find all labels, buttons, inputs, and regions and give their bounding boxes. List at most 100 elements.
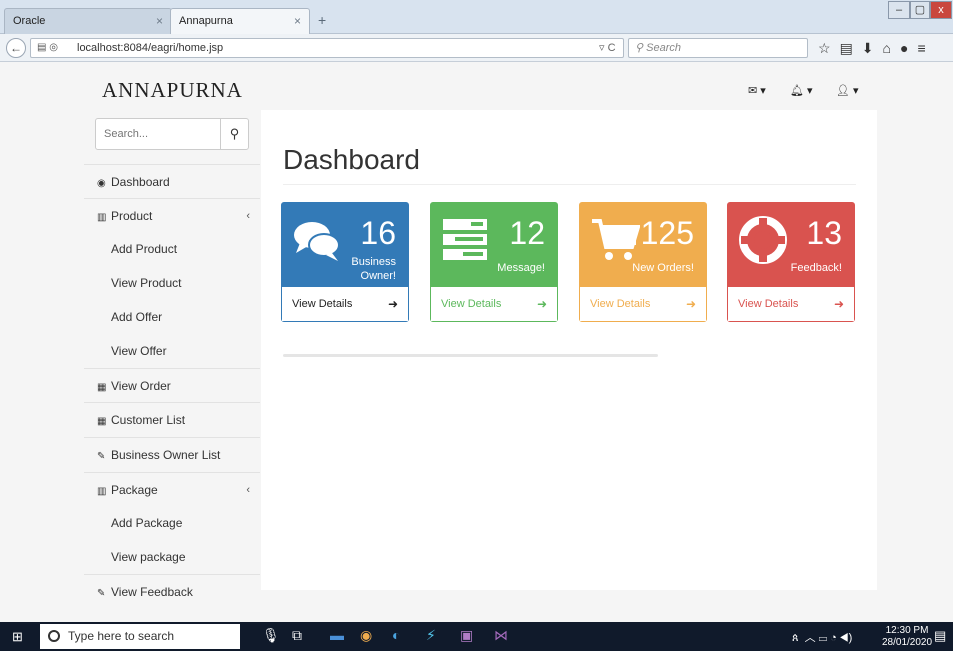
tab-annapurna-label: Annapurna [179, 15, 233, 27]
support-icon [739, 216, 787, 264]
browser-toolbar-icons: ☆▤⬇⌂●≡ [818, 40, 935, 57]
sidebar-search: ⚲ [95, 118, 249, 150]
sidebar-item-add-package[interactable]: Add Package [84, 506, 260, 540]
envelope-icon[interactable]: ✉ ▾ [748, 84, 766, 97]
edit-icon: ✎ [97, 451, 106, 462]
user-icon[interactable]: 👤︎ ▾ [836, 84, 859, 97]
view-details-link[interactable]: View Details ➜ [728, 287, 854, 321]
view-details-link[interactable]: View Details ➜ [431, 287, 557, 321]
sidebar-item-label: Package [111, 483, 158, 497]
sidebar-item-label: Add Package [111, 516, 183, 530]
home-icon[interactable]: ⌂ [883, 40, 900, 56]
star-icon[interactable]: ☆ [818, 40, 840, 56]
search-icon: ⚲ [229, 126, 240, 141]
panel-heading: 12 Message! [431, 203, 557, 287]
page-title: Dashboard [283, 144, 420, 175]
taskbar-clock[interactable]: 12:30 PM 28/01/2020 [882, 625, 932, 649]
chrome-icon[interactable]: ◉ [360, 627, 372, 644]
panel-message: 12 Message! View Details ➜ [430, 202, 558, 322]
sidebar-item-label: Dashboard [111, 175, 170, 189]
maximize-button[interactable]: ▢ [910, 1, 930, 19]
panel-count: 16 [360, 215, 396, 251]
sidebar-item-view-package[interactable]: View package [84, 540, 260, 574]
sidebar-item-package[interactable]: ▥ Package ‹ [84, 472, 260, 506]
divider-bar [283, 354, 658, 357]
bar-chart-icon: ▥ [97, 486, 107, 497]
sidebar-item-label: Customer List [111, 413, 186, 427]
sidebar-item-label: View Order [111, 379, 171, 393]
minimize-button[interactable]: – [888, 1, 910, 19]
panel-label: Business Owner! [351, 256, 396, 282]
search-button[interactable]: ⚲ [220, 118, 249, 150]
reload-icon[interactable]: ▿ C [599, 39, 616, 57]
bar-chart-icon: ▥ [97, 212, 107, 223]
clock-time: 12:30 PM [885, 625, 929, 636]
sidebar-item-dashboard[interactable]: ◉ Dashboard [84, 164, 260, 198]
sidebar-item-customer-list[interactable]: ▦ Customer List [84, 402, 260, 436]
app-brand[interactable]: ANNAPURNA [102, 78, 243, 103]
sidebar-item-add-offer[interactable]: Add Offer [84, 300, 260, 334]
tab-oracle[interactable]: Oracle × [4, 8, 172, 34]
task-view-icon[interactable]: ⧉ [292, 627, 302, 644]
visual-studio-icon[interactable]: ⋈ [494, 627, 508, 644]
browser-search-input[interactable]: ⚲ Search [628, 38, 808, 58]
tasks-icon [443, 219, 487, 260]
sidebar-item-view-order[interactable]: ▦ View Order [84, 368, 260, 402]
close-tab-icon[interactable]: × [294, 14, 301, 28]
notification-icon[interactable]: ▤ [934, 628, 946, 644]
taskbar-search-box[interactable]: Type here to search [40, 624, 240, 649]
arrow-circle-right-icon: ➜ [685, 297, 696, 311]
panel-new-orders: 125 New Orders! View Details ➜ [579, 202, 707, 322]
view-details-link[interactable]: View Details ➜ [282, 287, 408, 321]
sidebar-item-view-offer[interactable]: View Offer [84, 334, 260, 368]
sidebar-item-view-feedback[interactable]: ✎ View Feedback [84, 574, 260, 608]
close-tab-icon[interactable]: × [156, 14, 163, 28]
panel-count: 13 [806, 215, 842, 251]
sidebar-item-add-product[interactable]: Add Product [84, 232, 260, 266]
sidebar-item-view-product[interactable]: View Product [84, 266, 260, 300]
sidebar-item-business-owner-list[interactable]: ✎ Business Owner List [84, 437, 260, 471]
chat-icon[interactable]: ● [900, 40, 917, 56]
edit-icon: ✎ [97, 588, 106, 599]
panel-label: Message! [497, 262, 545, 274]
shopping-cart-icon [592, 219, 640, 260]
back-arrow-icon[interactable]: ← [6, 38, 26, 58]
netbeans-icon[interactable]: ◐ [392, 627, 400, 643]
panel-label: New Orders! [632, 262, 694, 274]
download-icon[interactable]: ⬇ [862, 40, 883, 56]
view-details-link[interactable]: View Details ➜ [580, 287, 706, 321]
close-window-button[interactable]: x [930, 1, 952, 19]
page-info-icon[interactable]: ▤ ◎ [37, 39, 58, 57]
file-explorer-icon[interactable]: ▬ [330, 627, 344, 643]
tab-oracle-label: Oracle [13, 15, 46, 27]
microphone-icon[interactable]: 🎙︎ [262, 627, 280, 644]
panel-count: 12 [509, 215, 545, 251]
taskbar-search-placeholder: Type here to search [68, 629, 175, 643]
panel-business-owner: 16 Business Owner! View Details ➜ [281, 202, 409, 322]
chevron-left-icon: ‹ [246, 210, 250, 222]
panel-label: Feedback! [790, 262, 842, 274]
panel-heading: 13 Feedback! [728, 203, 854, 287]
sidebar-item-label: Product [111, 209, 153, 223]
sidebar-item-label: View Product [111, 276, 182, 290]
sidebar-item-label: View Offer [111, 344, 167, 358]
view-details-label: View Details [292, 298, 353, 310]
table-icon: ▦ [97, 416, 107, 427]
url-bar[interactable]: ▤ ◎ localhost:8084/eagri/home.jsp ▿ C [30, 38, 624, 58]
panel-heading: 125 New Orders! [580, 203, 706, 287]
windows-start-icon[interactable]: ⊞ [12, 629, 23, 645]
title-divider [283, 184, 856, 185]
sidebar: ⚲ ◉ Dashboard ▥ Product ‹ Add Product View… [84, 110, 260, 622]
system-tray-icons[interactable]: ጰ ︿ ▭ ◔ ◀) [792, 629, 852, 645]
lightning-app-icon[interactable]: ⚡︎ [426, 627, 436, 644]
tab-annapurna[interactable]: Annapurna × [170, 8, 310, 34]
new-tab-button[interactable]: + [318, 12, 326, 28]
sidebar-item-label: Add Offer [111, 310, 163, 324]
sidebar-item-product[interactable]: ▥ Product ‹ [84, 198, 260, 232]
main-content: Dashboard 16 Business Owner! View Detail… [261, 110, 877, 590]
app-icon[interactable]: ▣ [460, 627, 473, 644]
menu-icon[interactable]: ≡ [917, 40, 934, 56]
bookmark-icon[interactable]: ▤ [840, 40, 862, 56]
sidebar-search-input[interactable] [95, 118, 221, 150]
bell-icon[interactable]: 🔔︎ ▾ [790, 84, 813, 97]
